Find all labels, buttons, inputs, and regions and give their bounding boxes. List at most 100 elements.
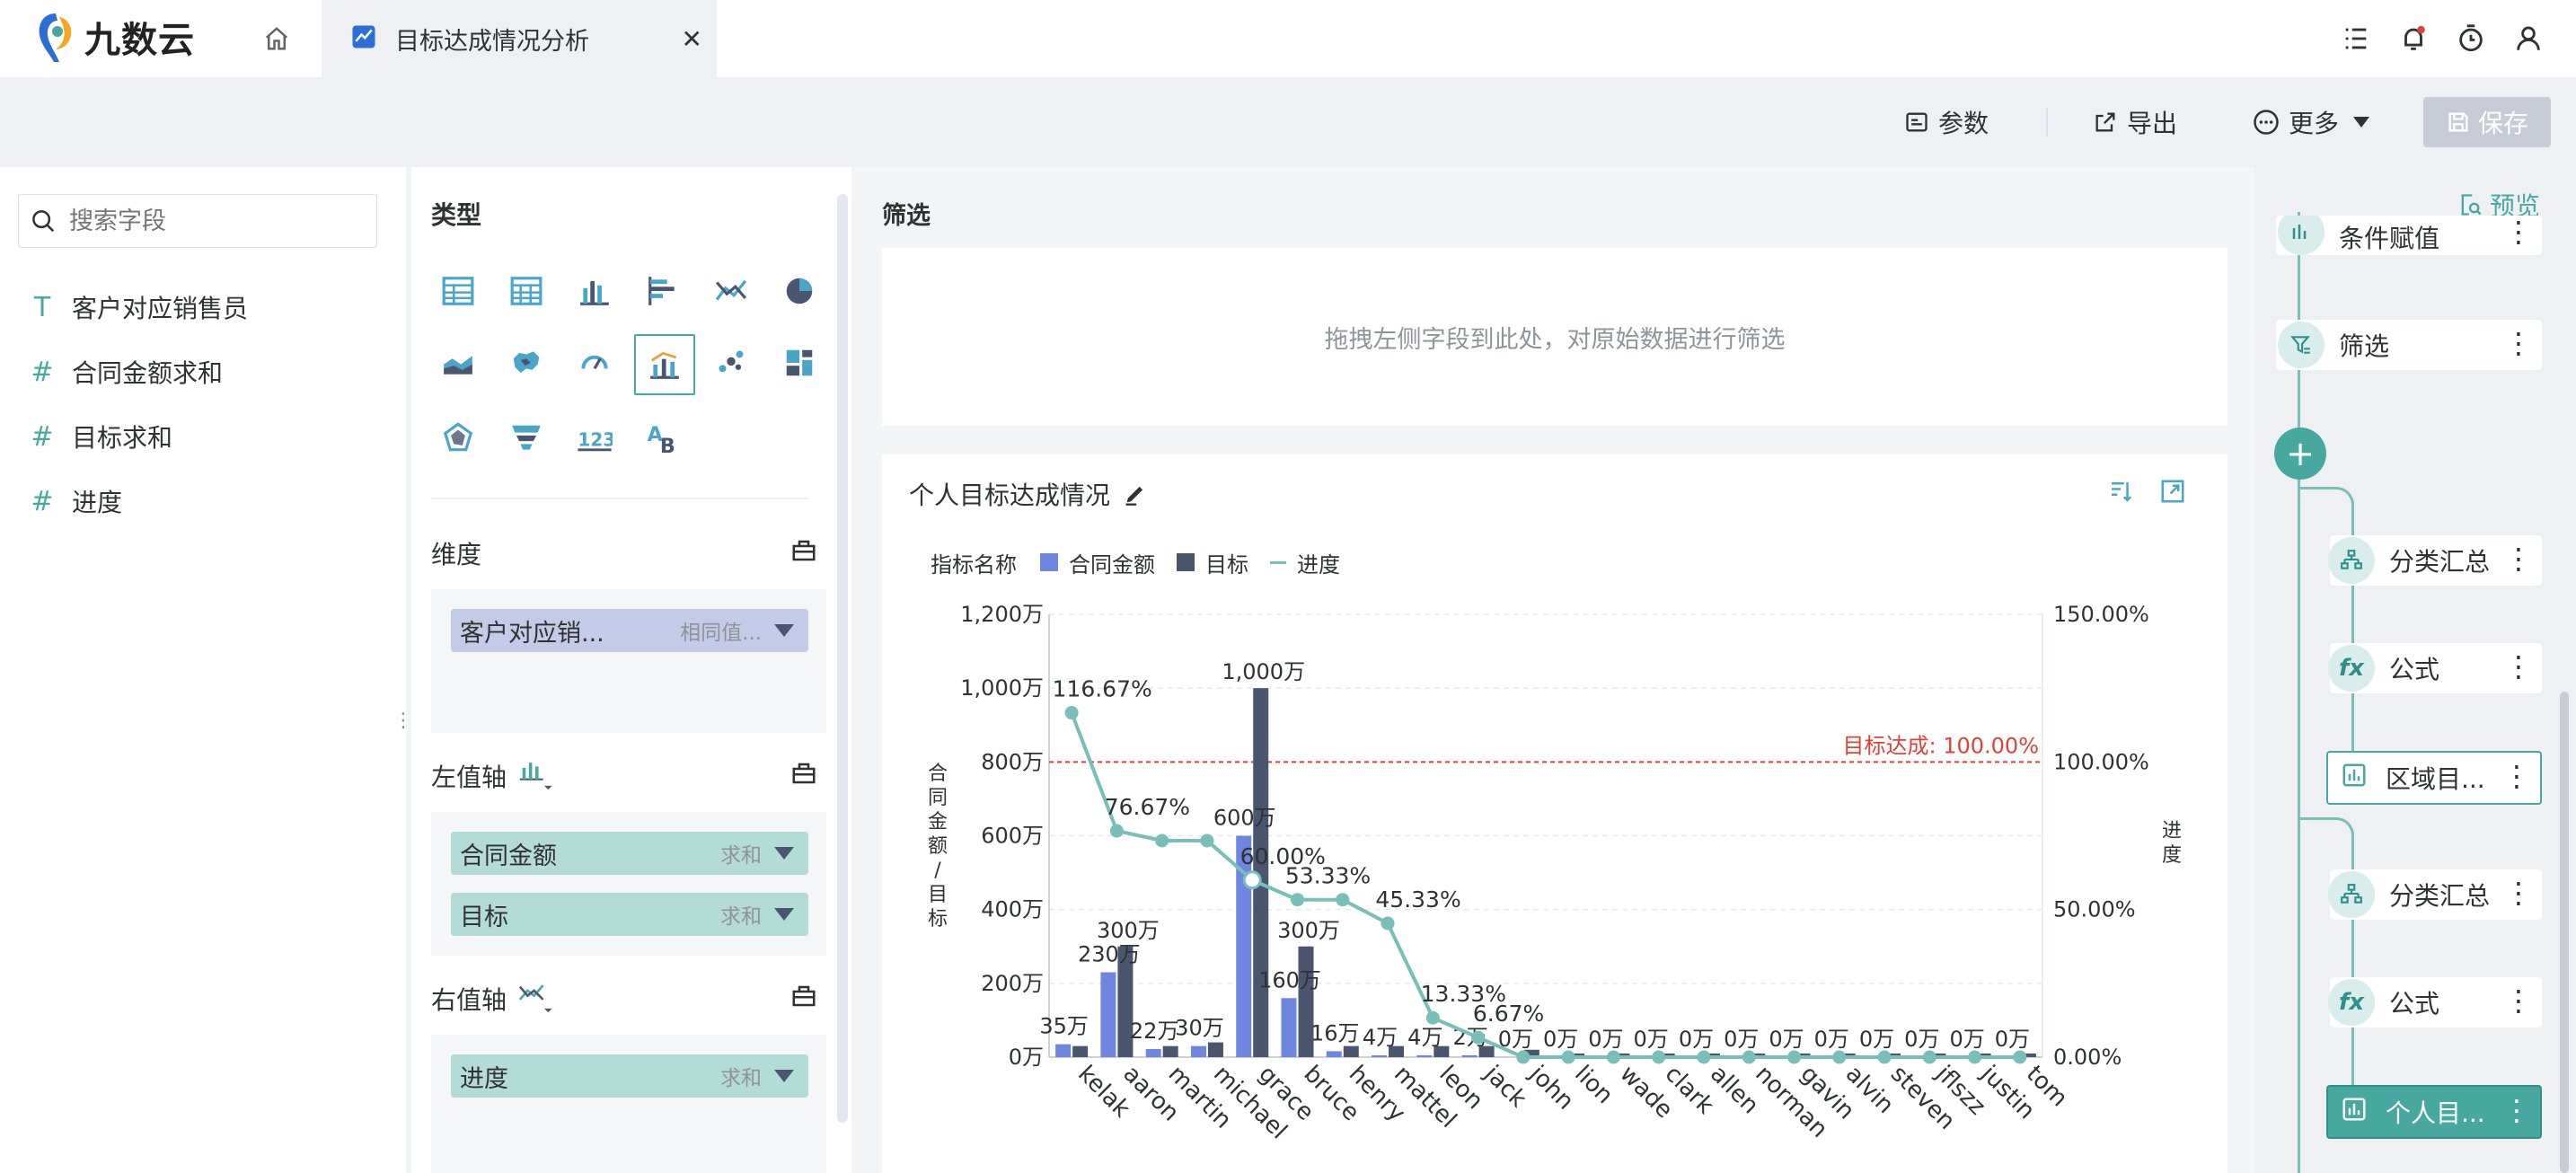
progress-point-aaron [1109,824,1124,838]
flow-node-group-2[interactable]: 分类汇总 ⋮ [2328,869,2542,920]
export-icon [2095,112,2115,132]
field-search-box[interactable] [18,194,377,248]
kpi-number-icon[interactable]: 123 [566,410,623,467]
left-axis-pill-target[interactable]: 目标 求和 [451,893,808,936]
dimension-pill[interactable]: 客户对应销... 相同值... [451,609,808,652]
data-label-progress: 116.67% [1053,676,1152,702]
field-item-progress[interactable]: # 进度 [27,480,122,523]
filter-drop-zone[interactable]: 拖拽左侧字段到此处，对原始数据进行筛选 [882,248,2228,426]
data-label-contract: 0万 [1543,1027,1578,1052]
right-axis-chart-type-icon[interactable] [517,979,553,1015]
data-label-contract: 16万 [1310,1020,1360,1045]
timer-icon[interactable] [2456,23,2486,54]
y2-axis-title-char: 度 [2162,844,2182,867]
task-list-icon[interactable] [2341,23,2371,54]
y-tick-label: 400万 [981,897,1044,922]
progress-point-norman [1742,1050,1756,1064]
map-chart-icon[interactable] [498,334,555,392]
close-tab-icon[interactable]: ✕ [682,24,702,54]
flow-scrollbar[interactable] [2560,692,2569,1173]
tab-analysis[interactable]: 目标达成情况分析 ✕ [322,0,717,77]
right-axis-pill-progress[interactable]: 进度 求和 [451,1054,808,1098]
y-axis-title-char: 额 [928,835,948,858]
kebab-menu-icon[interactable]: ⋮ [2504,327,2533,359]
flow-node-label: 分类汇总 [2389,881,2491,911]
field-item-contract-sum[interactable]: # 合同金额求和 [27,350,223,393]
text-widget-icon[interactable]: AB [634,410,692,467]
field-item-salesperson[interactable]: T 客户对应销售员 [27,286,248,329]
kebab-menu-icon[interactable]: ⋮ [2504,216,2533,248]
export-button[interactable]: 导出 [2093,99,2177,146]
flow-node-group-1[interactable]: 分类汇总 ⋮ [2328,535,2542,586]
crosstab-chart-icon[interactable] [498,262,555,320]
flow-node-region-chart[interactable]: 区域目... ⋮ [2326,751,2542,805]
filter-placeholder: 拖拽左侧字段到此处，对原始数据进行筛选 [1324,325,1786,354]
kebab-menu-icon[interactable]: ⋮ [2504,877,2533,909]
kebab-menu-icon[interactable]: ⋮ [2502,760,2531,792]
pill-field-name: 客户对应销... [460,619,604,648]
pill-dropdown-icon[interactable] [774,847,794,860]
config-scrollbar[interactable] [837,194,848,1123]
more-button[interactable]: 更多 [2253,99,2370,146]
progress-line [1070,711,2020,1059]
table-chart-icon[interactable] [429,262,487,320]
funnel-chart-icon[interactable] [498,410,555,467]
edit-title-icon[interactable] [1123,481,1148,507]
fullscreen-icon[interactable] [2159,478,2186,505]
params-label: 参数 [1938,109,1989,138]
gauge-chart-icon[interactable] [566,334,623,392]
kebab-menu-icon[interactable]: ⋮ [2504,650,2533,683]
dimension-settings-icon[interactable] [790,537,817,564]
field-item-target-sum[interactable]: # 目标求和 [27,415,172,458]
chart-legend: 指标名称 合同金额 目标 进度 [931,546,1340,578]
legend-item-progress[interactable]: 进度 [1297,547,1340,578]
flow-node-formula-1[interactable]: fx 公式 ⋮ [2328,643,2542,693]
pill-dropdown-icon[interactable] [774,1070,794,1082]
progress-point-jflszz [1922,1050,1936,1064]
user-icon[interactable] [2513,23,2544,54]
add-step-button[interactable]: + [2274,428,2326,480]
legend-item-target[interactable]: 目标 [1205,547,1248,578]
flow-node-label: 区域目... [2386,764,2485,794]
save-button[interactable]: 保存 [2423,97,2551,147]
kebab-menu-icon[interactable]: ⋮ [2504,984,2533,1017]
left-axis-settings-icon[interactable] [790,760,817,787]
dashboard-chart-icon[interactable] [771,334,828,392]
right-axis-settings-icon[interactable] [790,983,817,1010]
bar-contract-aaron [1100,972,1116,1057]
params-button[interactable]: 参数 [1904,99,1989,146]
home-tab[interactable] [232,0,322,77]
pill-dropdown-icon[interactable] [774,908,794,921]
app-logo[interactable]: 九数云 [36,5,195,68]
radar-chart-icon[interactable] [429,410,487,467]
notification-bell-icon[interactable] [2398,23,2429,54]
flow-node-label: 条件赋值 [2339,224,2440,253]
bar-chart-icon[interactable] [634,262,692,320]
flow-node-label: 公式 [2389,989,2440,1019]
pill-dropdown-icon[interactable] [774,624,794,637]
target-line-label: 目标达成: 100.00% [1843,733,2040,758]
scatter-chart-icon[interactable] [702,334,760,392]
area-chart-icon[interactable] [429,334,487,392]
kebab-menu-icon[interactable]: ⋮ [2502,1094,2531,1126]
column-chart-icon[interactable] [566,262,623,320]
sort-icon[interactable] [2107,478,2134,505]
flow-node-personal-chart[interactable]: 个人目... ⋮ [2326,1085,2542,1139]
kebab-menu-icon[interactable]: ⋮ [2504,542,2533,575]
progress-point-john [1516,1050,1531,1064]
x-tick-label: kelak [1072,1061,1135,1124]
combo-chart-icon-selected[interactable] [634,334,695,395]
filter-icon [2278,322,2325,368]
flow-node-formula-2[interactable]: fx 公式 ⋮ [2328,977,2542,1027]
progress-point-grace [1242,870,1262,890]
flow-node-filter[interactable]: 筛选 ⋮ [2276,320,2542,370]
pie-chart-icon[interactable] [771,262,828,320]
field-search-input[interactable] [67,206,367,236]
left-axis-chart-type-icon[interactable] [517,756,553,792]
panel-resize-handle[interactable]: ⋮ [393,710,413,732]
formula-icon: fx [2328,645,2375,692]
line-chart-icon[interactable] [702,262,760,320]
left-axis-pill-contract[interactable]: 合同金额 求和 [451,832,808,875]
flow-node-condition[interactable]: 条件赋值 ⋮ [2276,216,2542,255]
legend-item-contract[interactable]: 合同金额 [1069,547,1155,578]
